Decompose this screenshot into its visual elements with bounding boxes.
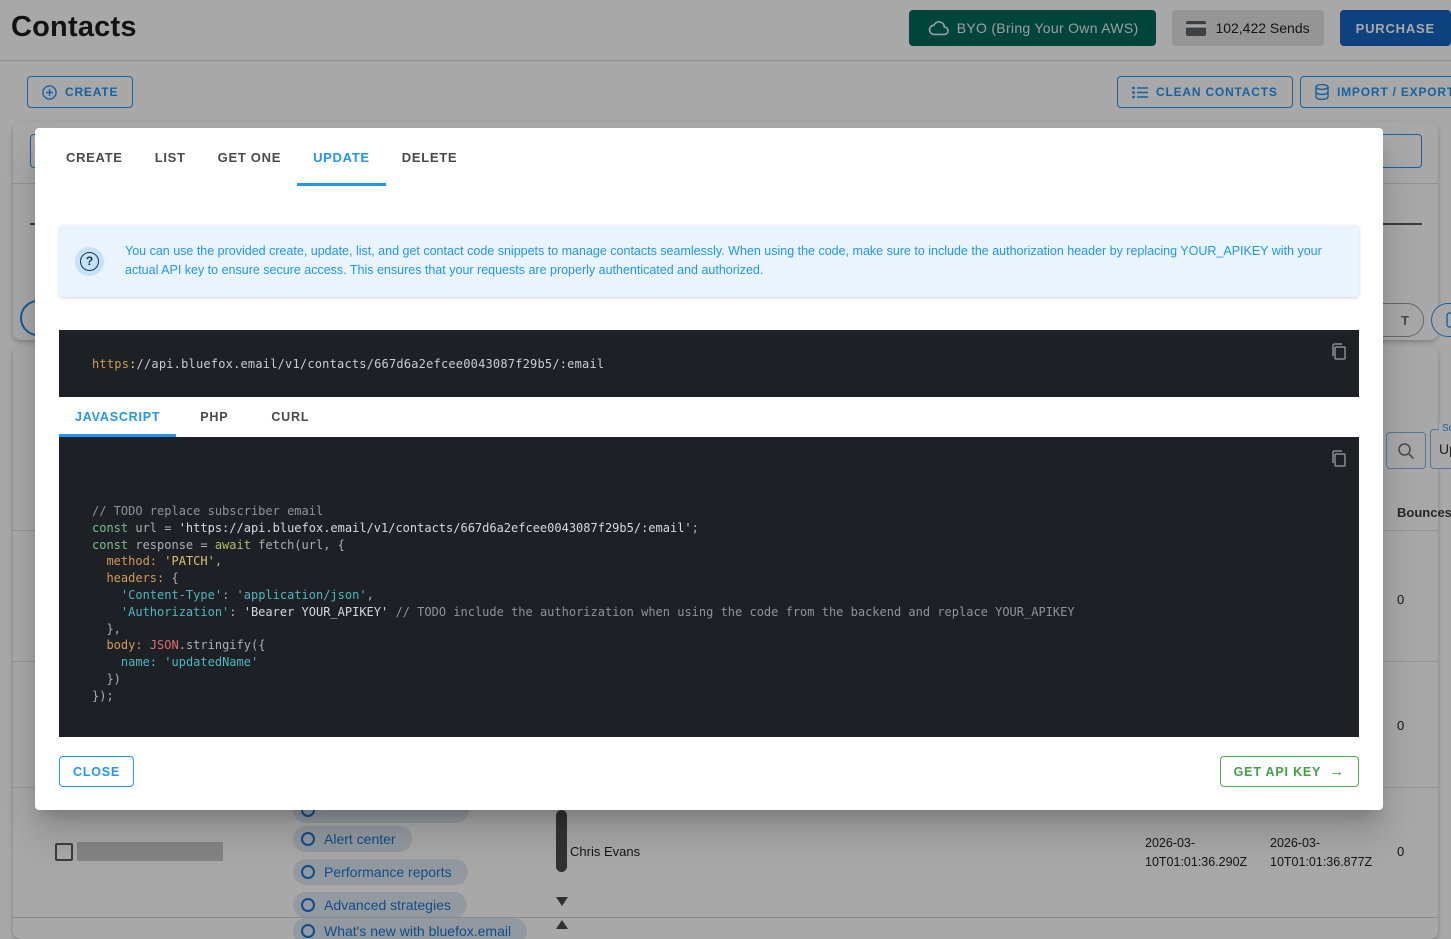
api-snippets-dialog: CREATE LIST GET ONE UPDATE DELETE ? You …: [35, 128, 1383, 810]
get-api-key-label: GET API KEY: [1234, 765, 1322, 779]
tab-php[interactable]: PHP: [176, 397, 252, 437]
endpoint-url: https://api.bluefox.email/v1/contacts/66…: [92, 357, 604, 371]
code-line: const url = 'https://api.bluefox.email/v…: [92, 520, 1075, 537]
code-line: // TODO replace subscriber email: [92, 503, 1075, 520]
code-line: const response = await fetch(url, {: [92, 537, 1075, 554]
code-line: },: [92, 621, 1075, 638]
tab-curl[interactable]: CURL: [252, 397, 328, 437]
snippet-tabs: CREATE LIST GET ONE UPDATE DELETE: [35, 128, 1383, 186]
code-line: headers: {: [92, 570, 1075, 587]
code-line: });: [92, 688, 1075, 705]
dialog-footer: CLOSE GET API KEY →: [59, 756, 1359, 787]
tab-list[interactable]: LIST: [139, 128, 202, 186]
code-line: 'Authorization': 'Bearer YOUR_APIKEY' //…: [92, 604, 1075, 621]
help-circle-icon: ?: [75, 247, 104, 276]
app-root: Contacts BYO (Bring Your Own AWS) 102,42…: [0, 0, 1451, 939]
tab-create[interactable]: CREATE: [50, 128, 139, 186]
code-line: body: JSON.stringify({: [92, 637, 1075, 654]
endpoint-url-block: https://api.bluefox.email/v1/contacts/66…: [59, 330, 1359, 397]
info-alert-text: You can use the provided create, update,…: [125, 242, 1337, 280]
tab-get-one[interactable]: GET ONE: [202, 128, 297, 186]
info-alert: ? You can use the provided create, updat…: [59, 225, 1359, 297]
close-button[interactable]: CLOSE: [59, 756, 134, 787]
copy-url-icon[interactable]: [1330, 343, 1348, 361]
get-api-key-button[interactable]: GET API KEY →: [1220, 756, 1359, 787]
code-snippet-block: // TODO replace subscriber emailconst ur…: [59, 437, 1359, 737]
code-line: name: 'updatedName': [92, 654, 1075, 671]
code-content: // TODO replace subscriber emailconst ur…: [92, 503, 1075, 705]
code-line: method: 'PATCH',: [92, 553, 1075, 570]
tab-delete[interactable]: DELETE: [386, 128, 473, 186]
code-line: 'Content-Type': 'application/json',: [92, 587, 1075, 604]
code-line: }): [92, 671, 1075, 688]
language-tabs: JAVASCRIPT PHP CURL: [35, 397, 1383, 437]
arrow-right-icon: →: [1329, 763, 1345, 780]
copy-code-icon[interactable]: [1330, 450, 1348, 468]
tab-javascript[interactable]: JAVASCRIPT: [59, 397, 176, 437]
tab-update[interactable]: UPDATE: [297, 128, 386, 186]
